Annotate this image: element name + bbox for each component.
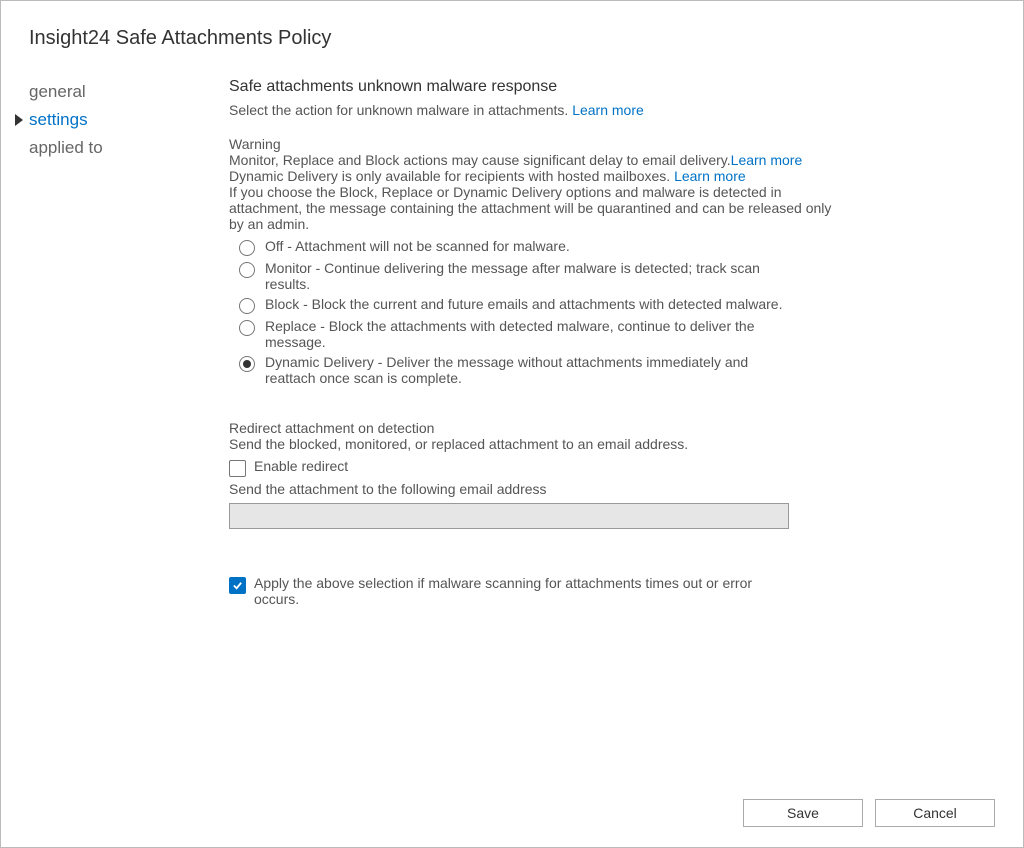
warning-title: Warning	[229, 136, 849, 152]
main-content: Safe attachments unknown malware respons…	[229, 78, 849, 799]
timeout-row[interactable]: Apply the above selection if malware sca…	[229, 575, 849, 607]
response-option-list: Off - Attachment will not be scanned for…	[229, 238, 849, 386]
option-monitor[interactable]: Monitor - Continue delivering the messag…	[239, 260, 849, 292]
footer-buttons: Save Cancel	[29, 799, 995, 827]
checkmark-icon	[232, 580, 243, 591]
enable-redirect-label: Enable redirect	[254, 458, 849, 474]
enable-redirect-checkbox[interactable]	[229, 460, 246, 477]
radio-icon	[239, 356, 255, 372]
nav-item-applied-to[interactable]: applied to	[29, 134, 229, 162]
redirect-email-label: Send the attachment to the following ema…	[229, 481, 849, 497]
save-button[interactable]: Save	[743, 799, 863, 827]
timeout-label: Apply the above selection if malware sca…	[254, 575, 849, 607]
warning-line-1: Monitor, Replace and Block actions may c…	[229, 152, 849, 168]
option-off[interactable]: Off - Attachment will not be scanned for…	[239, 238, 849, 256]
option-off-label: Off - Attachment will not be scanned for…	[265, 238, 849, 254]
learn-more-link-dynamic[interactable]: Learn more	[674, 168, 746, 184]
learn-more-link-delay[interactable]: Learn more	[731, 152, 803, 168]
redirect-description: Send the blocked, monitored, or replaced…	[229, 436, 849, 452]
cancel-button[interactable]: Cancel	[875, 799, 995, 827]
option-replace[interactable]: Replace - Block the attachments with det…	[239, 318, 849, 350]
option-block-label: Block - Block the current and future ema…	[265, 296, 849, 312]
option-dynamic-delivery[interactable]: Dynamic Delivery - Deliver the message w…	[239, 354, 849, 386]
enable-redirect-row[interactable]: Enable redirect	[229, 458, 849, 477]
sidebar-nav: general settings applied to	[29, 78, 229, 799]
description-text: Select the action for unknown malware in…	[229, 102, 572, 118]
warning-line-2-text: Dynamic Delivery is only available for r…	[229, 168, 674, 184]
option-dynamic-delivery-label: Dynamic Delivery - Deliver the message w…	[265, 354, 849, 386]
warning-line-3: If you choose the Block, Replace or Dyna…	[229, 184, 849, 232]
section-description: Select the action for unknown malware in…	[229, 102, 849, 118]
warning-line-1-text: Monitor, Replace and Block actions may c…	[229, 152, 731, 168]
redirect-email-input[interactable]	[229, 503, 789, 529]
radio-icon	[239, 240, 255, 256]
nav-item-settings[interactable]: settings	[29, 106, 229, 134]
learn-more-link-description[interactable]: Learn more	[572, 102, 644, 118]
warning-line-2: Dynamic Delivery is only available for r…	[229, 168, 849, 184]
option-replace-label: Replace - Block the attachments with det…	[265, 318, 849, 350]
policy-window: Insight24 Safe Attachments Policy genera…	[0, 0, 1024, 848]
radio-icon	[239, 320, 255, 336]
timeout-section: Apply the above selection if malware sca…	[229, 575, 849, 607]
page-title: Insight24 Safe Attachments Policy	[29, 27, 995, 50]
nav-item-general[interactable]: general	[29, 78, 229, 106]
radio-icon	[239, 298, 255, 314]
body: general settings applied to Safe attachm…	[29, 78, 995, 799]
option-monitor-label: Monitor - Continue delivering the messag…	[265, 260, 849, 292]
timeout-checkbox[interactable]	[229, 577, 246, 594]
redirect-section: Redirect attachment on detection Send th…	[229, 420, 849, 529]
redirect-heading: Redirect attachment on detection	[229, 420, 849, 436]
radio-icon	[239, 262, 255, 278]
section-heading: Safe attachments unknown malware respons…	[229, 78, 849, 96]
option-block[interactable]: Block - Block the current and future ema…	[239, 296, 849, 314]
warning-block: Warning Monitor, Replace and Block actio…	[229, 136, 849, 232]
